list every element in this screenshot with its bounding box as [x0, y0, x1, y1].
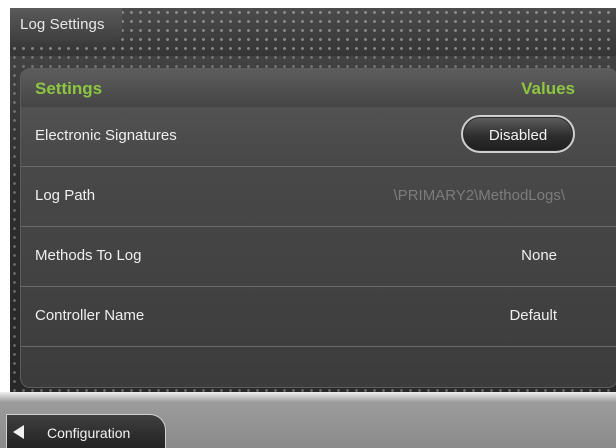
electronic-signatures-toggle-button[interactable]: Disabled — [461, 115, 575, 153]
settings-panel: Settings Values Electronic Signatures Di… — [20, 68, 616, 388]
methods-to-log-label: Methods To Log — [35, 247, 142, 264]
screen: Log Settings Settings Values Electronic … — [0, 0, 616, 448]
table-row-controller-name[interactable]: Controller Name Default — [21, 287, 616, 347]
methods-to-log-value: None — [521, 247, 557, 264]
values-column-header: Values — [521, 79, 575, 98]
table-row-electronic-signatures: Electronic Signatures Disabled — [21, 107, 616, 167]
controller-name-value: Default — [509, 307, 557, 324]
table-row-methods-to-log[interactable]: Methods To Log None — [21, 227, 616, 287]
electronic-signatures-label: Electronic Signatures — [35, 127, 177, 144]
header-bar: Log Settings — [10, 8, 616, 56]
settings-column-header: Settings — [35, 79, 103, 98]
title-tab: Log Settings — [10, 8, 122, 42]
back-button-label: Configuration — [47, 425, 131, 441]
footer-bar: Configuration — [0, 392, 616, 448]
controller-name-label: Controller Name — [35, 307, 145, 324]
log-path-label: Log Path — [35, 187, 96, 204]
configuration-back-button[interactable]: Configuration — [6, 414, 166, 448]
log-settings-display: Log Settings Settings Values Electronic … — [10, 8, 616, 448]
table-row-log-path[interactable]: Log Path \PRIMARY2\MethodLogs\ — [21, 167, 616, 227]
page-title: Log Settings — [20, 16, 105, 33]
table-header: Settings Values — [21, 69, 616, 107]
left-arrow-icon — [13, 425, 24, 439]
log-path-value: \PRIMARY2\MethodLogs\ — [393, 187, 565, 204]
